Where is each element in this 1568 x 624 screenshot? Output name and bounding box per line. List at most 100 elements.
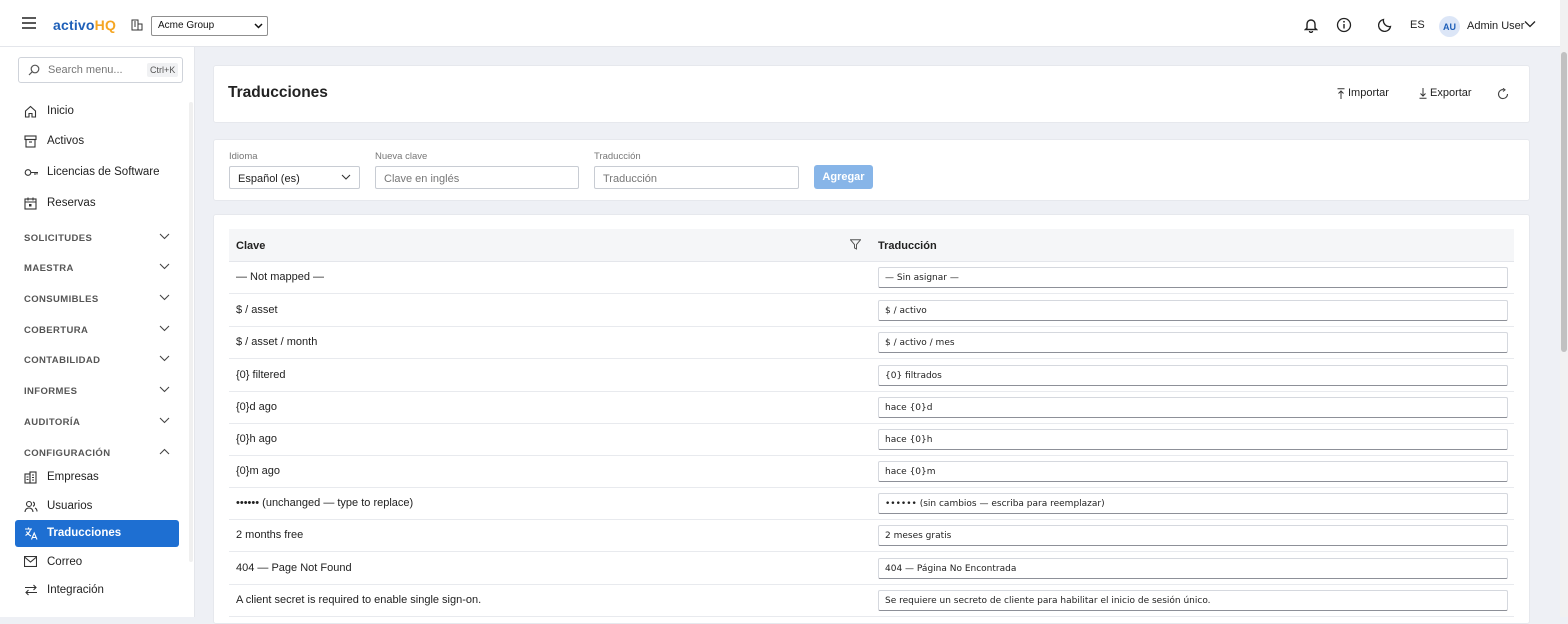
sidebar: Search menu... Ctrl+K Inicio Activos Lic… (0, 47, 195, 617)
page-title: Traducciones (228, 84, 328, 101)
table-row: 404 — Page Not Found 404 — Página No Enc… (229, 553, 1514, 585)
section-contabilidad[interactable]: CONTABILIDAD (15, 349, 179, 371)
building-icon (131, 19, 143, 31)
calendar-icon (24, 197, 37, 210)
translation-value-input[interactable]: 2 meses gratis (878, 525, 1508, 546)
translation-value-input[interactable]: — Sin asignar — (878, 267, 1508, 288)
sidebar-item-traducciones[interactable]: Traducciones (15, 520, 179, 547)
avatar[interactable]: AU (1439, 16, 1460, 37)
chevron-down-icon (159, 294, 170, 301)
refresh-icon[interactable] (1497, 88, 1509, 100)
table-row: •••••• (unchanged — type to replace) •••… (229, 488, 1514, 520)
column-header-translation[interactable]: Traducción (878, 240, 937, 252)
key-icon (24, 166, 39, 179)
table-row: 2 months free 2 meses gratis (229, 520, 1514, 552)
translation-value-input[interactable]: hace {0}h (878, 429, 1508, 450)
translation-value-input[interactable]: $ / activo / mes (878, 332, 1508, 353)
home-icon (24, 105, 37, 118)
table-row: {0}m ago hace {0}m (229, 456, 1514, 488)
building-icon (24, 471, 37, 484)
table-header: Clave Traducción (229, 229, 1514, 262)
export-button[interactable]: Exportar (1419, 87, 1472, 99)
translation-key: {0} filtered (236, 369, 286, 381)
download-icon (1419, 87, 1427, 99)
translation-key: {0}m ago (236, 465, 281, 477)
archive-icon (24, 135, 37, 148)
sidebar-item-empresas[interactable]: Empresas (15, 464, 179, 491)
add-button[interactable]: Agregar (814, 165, 873, 189)
sidebar-item-inicio[interactable]: Inicio (15, 98, 179, 125)
translation-key: {0}d ago (236, 401, 277, 413)
table-row: {0}d ago hace {0}d (229, 392, 1514, 424)
section-cobertura[interactable]: COBERTURA (15, 319, 179, 341)
sidebar-item-correo[interactable]: Correo (15, 549, 179, 576)
organization-select[interactable]: Acme Group (151, 16, 268, 36)
upload-icon (1337, 87, 1345, 99)
section-configuracion[interactable]: CONFIGURACIÓN (15, 442, 179, 464)
info-icon[interactable] (1336, 17, 1352, 33)
sidebar-item-reservas[interactable]: Reservas (15, 190, 179, 217)
page-scrollbar[interactable] (1560, 0, 1568, 617)
chevron-down-icon (159, 355, 170, 362)
page-header-card (213, 65, 1530, 123)
sidebar-item-activos[interactable]: Activos (15, 128, 179, 155)
translation-value-input[interactable]: {0} filtrados (878, 365, 1508, 386)
import-button[interactable]: Importar (1337, 87, 1389, 99)
users-icon (24, 500, 38, 513)
translate-icon (24, 527, 38, 540)
translation-key: A client secret is required to enable si… (236, 594, 482, 606)
translation-input[interactable]: Traducción (594, 166, 799, 189)
translation-key: •••••• (unchanged — type to replace) (236, 497, 414, 509)
translation-value-input[interactable]: 404 — Página No Encontrada (878, 558, 1508, 579)
sidebar-item-licencias[interactable]: Licencias de Software (15, 159, 179, 186)
translation-key: $ / asset (236, 304, 278, 316)
notifications-bell-icon[interactable] (1304, 17, 1318, 33)
shortcut-hint: Ctrl+K (147, 63, 179, 77)
table-row: {0} filtered {0} filtrados (229, 360, 1514, 392)
chevron-down-icon (159, 417, 170, 424)
column-header-key[interactable]: Clave (236, 240, 265, 252)
translation-value-input[interactable]: hace {0}d (878, 397, 1508, 418)
chevron-up-icon (159, 448, 170, 455)
section-consumibles[interactable]: CONSUMIBLES (15, 288, 179, 310)
chevron-down-icon (341, 174, 351, 180)
language-switch[interactable]: ES (1410, 19, 1425, 31)
search-input[interactable]: Search menu... Ctrl+K (18, 57, 183, 83)
section-solicitudes[interactable]: SOLICITUDES (15, 227, 179, 249)
language-select[interactable]: Español (es) (229, 166, 360, 189)
new-key-input[interactable]: Clave en inglés (375, 166, 579, 189)
search-icon (28, 64, 40, 76)
chevron-down-icon (254, 21, 263, 30)
dark-mode-moon-icon[interactable] (1378, 17, 1393, 32)
filter-icon[interactable] (850, 239, 861, 250)
language-label: Idioma (229, 151, 258, 162)
sidebar-item-integracion[interactable]: Integración (15, 577, 179, 604)
new-key-label: Nueva clave (375, 151, 428, 162)
chevron-down-icon[interactable] (1524, 20, 1536, 28)
translation-key: {0}h ago (236, 433, 277, 445)
chevron-down-icon (159, 263, 170, 270)
sidebar-item-usuarios[interactable]: Usuarios (15, 493, 179, 520)
menu-icon[interactable] (22, 17, 36, 29)
translation-value-input[interactable]: Se requiere un secreto de cliente para h… (878, 590, 1508, 611)
translation-value-input[interactable]: •••••• (sin cambios — escriba para reemp… (878, 493, 1508, 514)
user-name[interactable]: Admin User (1467, 20, 1524, 32)
top-bar: activoHQ Acme Group ES AU Admin User (0, 0, 1560, 47)
table-row: {0}h ago hace {0}h (229, 424, 1514, 456)
scrollbar-thumb[interactable] (1561, 52, 1567, 352)
translation-key: 404 — Page Not Found (236, 562, 352, 574)
mail-icon (24, 556, 37, 567)
section-informes[interactable]: INFORMES (15, 380, 179, 402)
translation-value-input[interactable]: $ / activo (878, 300, 1508, 321)
translation-key: $ / asset / month (236, 336, 318, 348)
section-auditoria[interactable]: AUDITORÍA (15, 411, 179, 433)
translation-key: 2 months free (236, 529, 304, 541)
table-row: A client secret is required to enable si… (229, 585, 1514, 617)
chevron-down-icon (159, 325, 170, 332)
app-logo[interactable]: activoHQ (53, 17, 116, 33)
section-maestra[interactable]: MAESTRA (15, 257, 179, 279)
translation-value-input[interactable]: hace {0}m (878, 461, 1508, 482)
arrows-icon (24, 584, 38, 596)
translation-label: Traducción (594, 151, 641, 162)
sidebar-scrollbar[interactable] (189, 102, 193, 562)
